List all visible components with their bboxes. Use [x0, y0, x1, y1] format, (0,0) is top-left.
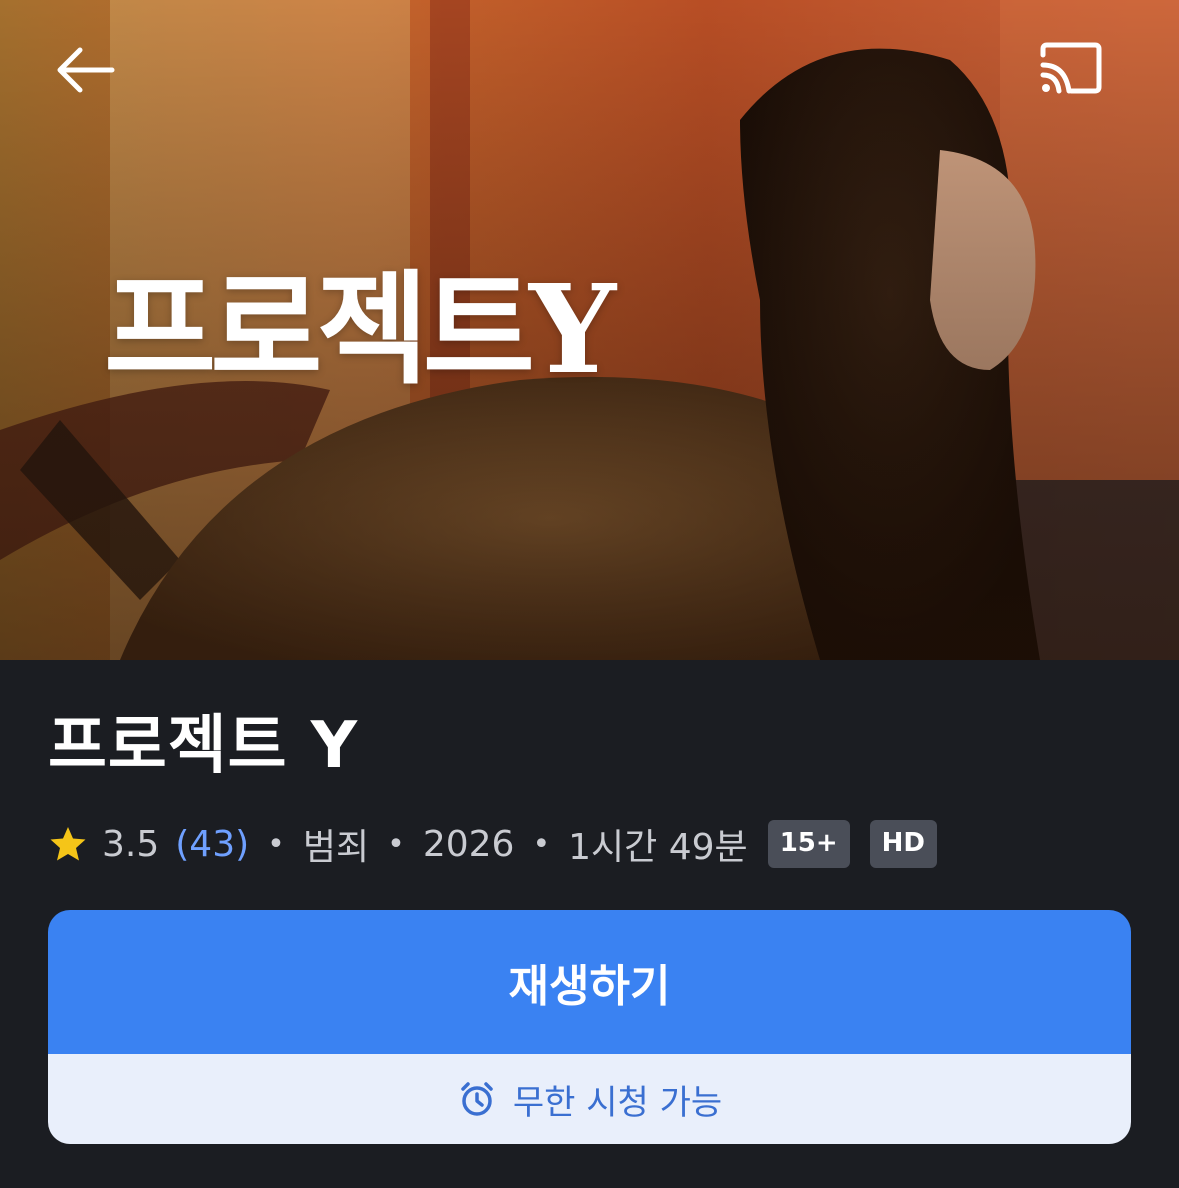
poster-logo: 프로젝트Y	[104, 257, 616, 401]
rating-count[interactable]: (43)	[175, 824, 249, 865]
back-button[interactable]	[44, 30, 124, 110]
quality-badge: HD	[869, 820, 937, 868]
cast-icon	[1040, 42, 1102, 94]
genre: 범죄	[302, 827, 370, 868]
star-icon	[50, 827, 86, 861]
separator-dot: •	[532, 826, 551, 862]
arrow-left-icon	[57, 47, 115, 93]
play-card: 재생하기 무한 시청 가능	[48, 910, 1131, 1144]
separator-dot: •	[387, 826, 405, 862]
hero-poster: 프로젝트Y	[0, 0, 1179, 660]
release-year: 2026	[422, 823, 515, 865]
play-button[interactable]: 재생하기	[48, 910, 1131, 1054]
age-rating-badge: 15+	[767, 820, 850, 868]
movie-meta: 3.5 (43) • 범죄 • 2026 • 1시간 49분 15+ HD	[48, 818, 937, 870]
cast-button[interactable]	[1028, 28, 1114, 108]
movie-title: 프로젝트 Y	[48, 709, 359, 783]
rating-value: 3.5	[102, 823, 160, 865]
availability-bar: 무한 시청 가능	[48, 1054, 1131, 1144]
separator-dot: •	[267, 826, 285, 862]
runtime: 1시간 49분	[568, 827, 748, 868]
availability-text: 무한 시청 가능	[512, 1082, 723, 1123]
alarm-clock-icon	[461, 1082, 493, 1116]
